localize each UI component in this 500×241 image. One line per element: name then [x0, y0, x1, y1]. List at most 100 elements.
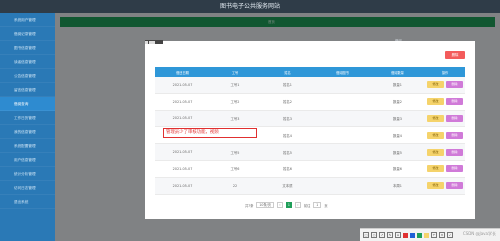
undo-icon[interactable]: ↶	[431, 232, 437, 238]
cell-date: 2021-05-07	[172, 116, 193, 121]
table-row: 2021-05-07 工号6 姓名6 数量6 修改 删除	[155, 161, 465, 178]
table-header: 借还日期 工号 姓名 借阅图书 借阅数量 操作	[155, 67, 465, 77]
sidebar-item-user-info[interactable]: 用户信息管理	[0, 153, 55, 167]
cell-ops: 修改 删除	[425, 161, 465, 177]
table-row: 2021-05-07 22 文本质 本周1 修改 删除	[155, 177, 465, 195]
edit-button[interactable]: 修改	[427, 165, 444, 173]
cell-date: 2021-05-07	[172, 82, 193, 87]
col-header-ops: 操作	[441, 70, 449, 75]
table-row: 2021-05-07 工号1 姓名1 数量1 修改 删除	[155, 77, 465, 94]
rectangle-tool-icon[interactable]: □	[363, 232, 369, 238]
page-number[interactable]: 1	[285, 202, 292, 208]
cell-ops: 修改 删除	[425, 77, 465, 93]
sidebar-item-access-logs[interactable]: 访问日志管理	[0, 181, 55, 195]
pagination-total: 共7条	[245, 203, 254, 208]
confirm-icon[interactable]: ✓	[447, 232, 453, 238]
app-title-bar: 图书电子公共服务网站	[0, 0, 500, 13]
cell-id: 工号6	[230, 167, 240, 172]
cell-name: 姓名6	[283, 167, 292, 172]
sidebar-item-statistics[interactable]: 统计分析管理	[0, 167, 55, 181]
cell-ops: 修改 删除	[425, 178, 465, 194]
arrow-tool-icon[interactable]: ↗	[379, 232, 385, 238]
cell-date: 2021-05-07	[172, 99, 193, 104]
sidebar-item-logout[interactable]: 退出系统	[0, 195, 55, 209]
cell-qty: 数量4	[393, 133, 402, 138]
goto-label: 前往	[303, 203, 311, 208]
page-size-select[interactable]: 10条/页	[256, 202, 274, 208]
ellipse-tool-icon[interactable]: ○	[371, 232, 377, 238]
edit-button[interactable]: 修改	[427, 131, 444, 139]
cell-book	[315, 144, 370, 160]
edit-button[interactable]: 修改	[427, 114, 444, 122]
sidebar-item-messages[interactable]: 留言信息管理	[0, 83, 55, 97]
cell-id: 工号5	[230, 150, 240, 155]
goto-unit-label: 页	[324, 203, 328, 208]
edit-button[interactable]: 修改	[427, 148, 444, 156]
screenshot-mini-toolbar	[145, 40, 163, 44]
app-title: 图书电子公共服务网站	[219, 3, 280, 10]
pen-tool-icon[interactable]: ✎	[387, 232, 393, 238]
color-swatch-yellow-icon[interactable]	[424, 232, 429, 238]
cell-id: 工号1	[230, 83, 240, 88]
cell-qty: 数量3	[393, 116, 402, 121]
cell-name: 姓名2	[283, 100, 292, 105]
delete-button[interactable]: 删除	[446, 114, 463, 122]
color-swatch-green-icon[interactable]	[417, 232, 422, 238]
delete-button[interactable]: 删除	[446, 98, 463, 106]
delete-button[interactable]: 删除	[446, 182, 463, 190]
color-swatch-red-icon[interactable]	[403, 232, 408, 238]
close-icon[interactable]: ✕	[439, 232, 445, 238]
cell-qty: 数量5	[393, 150, 402, 155]
cell-book	[315, 127, 370, 143]
edit-button[interactable]: 修改	[427, 81, 444, 89]
cell-name: 姓名5	[283, 150, 292, 155]
sidebar-item-book-info[interactable]: 图书信息管理	[0, 41, 55, 55]
delete-button[interactable]: 删除	[446, 131, 463, 139]
col-header-id: 工号	[231, 70, 239, 75]
sidebar-item-my-info[interactable]: 我的信息管理	[0, 125, 55, 139]
cell-qty: 数量1	[393, 83, 402, 88]
col-header-name: 姓名	[284, 70, 291, 75]
cell-qty: 数量2	[393, 100, 402, 105]
color-swatch-blue-icon[interactable]	[410, 232, 415, 238]
edit-button[interactable]: 修改	[427, 182, 444, 190]
annotation-textbox[interactable]: 管理员少了审核功能，视频	[163, 128, 257, 138]
pagination: 共7条 10条/页 ‹ 1 › 前往 1 页	[245, 201, 328, 209]
cell-id: 22	[232, 183, 238, 188]
cell-book	[315, 111, 370, 127]
sidebar-item-borrow-records[interactable]: 借阅记录管理	[0, 27, 55, 41]
sidebar-item-system-users[interactable]: 系统用户管理	[0, 13, 55, 27]
cell-ops: 修改 删除	[425, 144, 465, 160]
next-page-button[interactable]: ›	[294, 202, 301, 208]
cell-name: 姓名1	[283, 83, 292, 88]
delete-button[interactable]: 删除	[446, 81, 463, 89]
delete-button[interactable]: 删除	[446, 165, 463, 173]
watermark: CSDN @Java学长	[462, 231, 496, 236]
text-tool-icon[interactable]: A	[395, 232, 401, 238]
batch-delete-button[interactable]: 删除	[445, 51, 465, 59]
col-header-book: 借阅图书	[336, 70, 349, 75]
cell-ops: 修改 删除	[425, 94, 465, 110]
cell-qty: 数量6	[393, 167, 402, 172]
delete-button[interactable]: 删除	[446, 148, 463, 156]
prev-page-button[interactable]: ‹	[276, 202, 283, 208]
cell-name: 文本质	[282, 184, 293, 189]
cell-name: 姓名3	[283, 116, 292, 121]
cell-date: 2021-05-07	[172, 183, 193, 188]
cell-id: 工号3	[230, 116, 240, 121]
sidebar-item-calendar[interactable]: 工作日历管理	[0, 111, 55, 125]
sidebar-item-system-config[interactable]: 系统配置管理	[0, 139, 55, 153]
table-row: 2021-05-07 工号2 姓名2 数量2 修改 删除	[155, 94, 465, 111]
cell-book	[315, 94, 370, 110]
sidebar-item-reader-info[interactable]: 读者信息管理	[0, 55, 55, 69]
cell-ops: 修改 删除	[425, 111, 465, 127]
edit-button[interactable]: 修改	[427, 98, 444, 106]
sidebar: 系统用户管理 借阅记录管理 图书信息管理 读者信息管理 公告信息管理 留言信息管…	[0, 13, 55, 241]
cell-name: 姓名4	[283, 133, 292, 138]
sidebar-item-notices[interactable]: 公告信息管理	[0, 69, 55, 83]
cell-book	[315, 178, 370, 194]
cell-book	[315, 161, 370, 177]
goto-page-input[interactable]: 1	[313, 202, 322, 208]
sidebar-item-borrow-query[interactable]: 借阅查询	[0, 97, 55, 111]
col-header-qty: 借阅数量	[391, 70, 404, 75]
